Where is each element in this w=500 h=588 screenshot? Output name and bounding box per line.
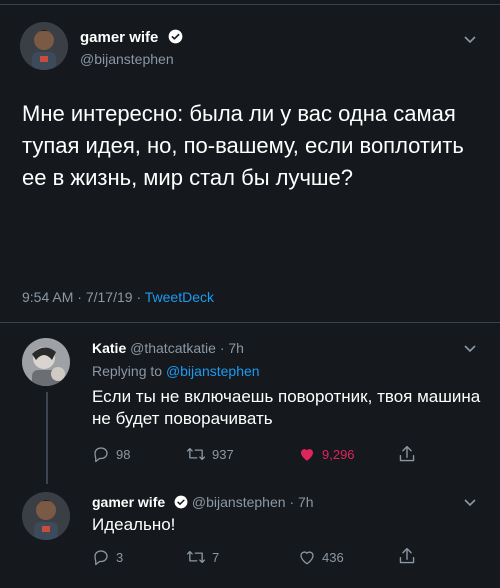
verified-badge-icon [168, 29, 182, 44]
reply2-like-button[interactable]: 436 [298, 548, 344, 566]
avatar-gamer-wife[interactable] [20, 22, 68, 70]
reply2-retweet-button[interactable]: 7 [186, 548, 219, 566]
reply1-share-button[interactable] [398, 444, 422, 464]
tweet-text: Мне интересно: была ли у вас одна самая … [22, 101, 464, 190]
reply2-text: Идеально! [92, 515, 176, 534]
share-icon [399, 445, 415, 462]
like-count: 9,296 [322, 446, 355, 462]
avatar-gamer-wife[interactable] [22, 492, 70, 540]
reply1-header: Katie @thatcatkatie · 7h [92, 340, 244, 356]
avatar-katie[interactable] [22, 338, 70, 386]
reply-icon [94, 550, 108, 566]
reply-count: 3 [116, 549, 124, 565]
thread-line [46, 392, 48, 484]
heart-icon [300, 551, 314, 565]
reply1-text: Если ты не включаешь поворотник, твоя ма… [92, 387, 481, 428]
reply1-replying-to: Replying to @bijanstephen [92, 363, 260, 379]
retweet-icon [186, 447, 206, 461]
replying-to-label: Replying to [92, 363, 163, 379]
reply2-age[interactable]: · 7h [289, 494, 313, 510]
top-divider [0, 4, 500, 5]
tweet-divider [0, 322, 500, 323]
tweet-meta: 9:54 AM · 7/17/19 · TweetDeck [22, 289, 214, 305]
reply1-like-button[interactable]: 9,296 [298, 445, 355, 463]
verified-badge-icon [174, 495, 188, 509]
reply1-retweet-button[interactable]: 937 [186, 445, 234, 463]
author-display-name[interactable]: gamer wife [80, 29, 183, 46]
retweet-icon [186, 550, 206, 564]
retweet-count: 7 [212, 549, 220, 565]
chevron-down-icon[interactable] [462, 494, 478, 515]
reply2-share-button[interactable] [398, 546, 422, 566]
avatar-image [22, 492, 70, 540]
reply2-handle[interactable]: @bijanstephen [192, 494, 286, 510]
reply2-reply-button[interactable]: 3 [92, 548, 123, 566]
like-count: 436 [322, 549, 344, 565]
tweet-source[interactable]: TweetDeck [145, 289, 214, 305]
heart-filled-icon [301, 449, 313, 461]
chevron-down-icon[interactable] [462, 340, 478, 361]
meta-separator: · [77, 289, 82, 305]
reply1-display-name[interactable]: Katie [92, 340, 126, 356]
share-icon [399, 547, 415, 564]
reply-count: 98 [116, 446, 131, 462]
reply1-handle[interactable]: @thatcatkatie [130, 340, 216, 356]
chevron-down-icon[interactable] [462, 31, 478, 52]
tweet-time[interactable]: 9:54 AM [22, 289, 73, 305]
replying-to-handle[interactable]: @bijanstephen [166, 363, 260, 379]
reply1-reply-button[interactable]: 98 [92, 445, 130, 463]
author-handle[interactable]: @bijanstephen [80, 51, 174, 67]
meta-separator: · [136, 289, 142, 305]
reply-icon [94, 447, 108, 463]
avatar-image [20, 22, 68, 70]
reply2-display-name[interactable]: gamer wife [92, 494, 165, 510]
retweet-count: 937 [212, 446, 234, 462]
reply1-age[interactable]: · 7h [220, 340, 244, 356]
tweet-date[interactable]: 7/17/19 [86, 289, 133, 305]
avatar-image [22, 338, 70, 386]
reply2-header: gamer wife @bijanstephen · 7h [92, 494, 314, 510]
